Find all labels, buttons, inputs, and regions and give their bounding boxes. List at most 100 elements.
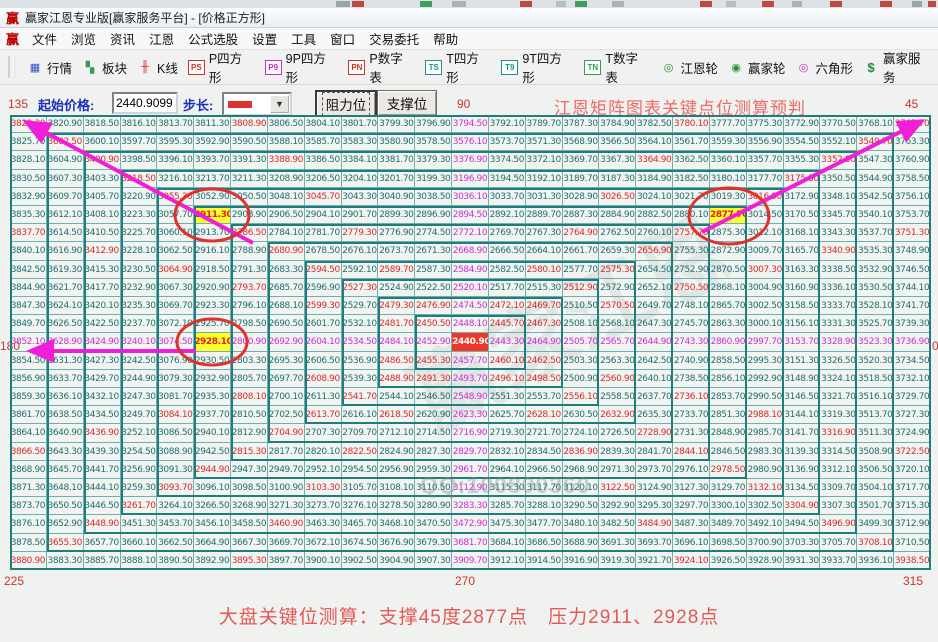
toolbar-button-9P四方形[interactable]: P9 9P四方形 (264, 48, 339, 86)
grid-cell: 2661.70 (562, 242, 600, 261)
grid-cell: 2863.30 (709, 315, 747, 334)
grid-cell: 3170.50 (783, 206, 821, 225)
toolbar-button-K线[interactable]: ╫ K线 (137, 58, 178, 77)
desktop-fragment (352, 1, 364, 7)
grid-cell: 2947.30 (231, 460, 268, 479)
grid-cell: 2445.70 (488, 315, 526, 334)
toolbar-button-T数字表[interactable]: TN T数字表 (584, 48, 650, 86)
grid-cell: 3163.30 (783, 260, 821, 279)
grid-cell: 3520.30 (857, 351, 895, 370)
grid-cell: 2491.30 (415, 369, 453, 388)
grid-cell: 3681.70 (452, 533, 489, 552)
grid-cell: 2973.70 (636, 460, 674, 479)
toolbar-button-T四方形[interactable]: TS T四方形 (425, 48, 491, 86)
toolbar-button-P数字表[interactable]: PN P数字表 (348, 48, 415, 86)
resistance-button[interactable]: 阻力位 (315, 90, 377, 118)
toolbar-button-赢家服务[interactable]: $ 赢家服务 (863, 48, 933, 86)
menu-item-文件[interactable]: 文件 (32, 29, 57, 48)
grid-cell: 3364.90 (636, 151, 674, 170)
grid-cell: 3228.10 (120, 242, 158, 261)
grid-cell: 3828.10 (10, 151, 47, 170)
grid-cell: 3148.90 (783, 369, 821, 388)
grid-cell: 3633.70 (46, 369, 84, 388)
desktop-fragment (700, 1, 712, 7)
grid-cell: 2824.90 (378, 442, 416, 461)
grid-cell: 2944.90 (194, 460, 232, 479)
grid-cell: 3213.70 (194, 169, 232, 188)
grid-cell: 3144.10 (783, 406, 821, 425)
grid-cell: 3127.30 (673, 479, 710, 498)
menu-item-江恩[interactable]: 江恩 (149, 29, 174, 48)
menu-item-设置[interactable]: 设置 (252, 29, 277, 48)
toolbar-button-赢家轮[interactable]: ◉ 赢家轮 (728, 58, 785, 77)
grid-cell: 3456.10 (194, 515, 232, 534)
toolbar-button-行情[interactable]: ▦ 行情 (27, 58, 72, 77)
grid-cell: 2894.50 (452, 206, 489, 225)
grid-cell: 2834.50 (525, 442, 563, 461)
kline-icon: ╫ (141, 61, 149, 73)
grid-cell: 3204.10 (341, 169, 379, 188)
desktop-fragment (556, 1, 566, 7)
angle-label-90: 90 (457, 97, 471, 111)
grid-cell: 3525.70 (857, 315, 895, 334)
grid-cell: 3912.10 (488, 551, 526, 570)
chevron-down-icon[interactable]: ▼ (270, 95, 289, 113)
wheel-icon: ◎ (798, 61, 809, 74)
grid-cell: 3283.30 (452, 497, 489, 516)
dollar-icon: $ (867, 59, 875, 75)
support-button[interactable]: 支撑位 (377, 90, 437, 116)
menu-item-交易委托[interactable]: 交易委托 (369, 29, 419, 48)
grid-cell: 2654.50 (636, 260, 674, 279)
toolbar-button-9T四方形[interactable]: T9 9T四方形 (501, 48, 574, 86)
grid-cell: 2757.70 (673, 224, 710, 243)
grid-cell: 3859.30 (10, 388, 47, 407)
desktop-fragment (726, 1, 736, 7)
grid-cell: 2628.10 (525, 406, 563, 425)
grid-cell: 3403.30 (83, 169, 121, 188)
grid-cell: 2776.90 (378, 224, 416, 243)
grid-cell: 2848.90 (709, 424, 747, 443)
wheel-icon: ◉ (731, 61, 741, 74)
grid-cell: 3746.50 (894, 260, 931, 279)
grid-cell: 3410.50 (83, 224, 121, 243)
start-price-input[interactable] (112, 92, 178, 114)
menu-item-帮助[interactable]: 帮助 (433, 29, 458, 48)
grid-cell: 3830.50 (10, 169, 47, 188)
grid-cell: 3535.30 (857, 242, 895, 261)
toolbar-button-label: P数字表 (369, 52, 403, 85)
toolbar-button-六角形[interactable]: ◎ 六角形 (796, 58, 853, 77)
toolbar-grip[interactable] (8, 56, 16, 78)
grid-cell: 3448.90 (83, 515, 121, 534)
menu-item-公式选股[interactable]: 公式选股 (188, 29, 238, 48)
grid-cell: 3640.90 (46, 424, 84, 443)
grid-cell: 3103.30 (304, 479, 342, 498)
grid-cell: 3367.30 (599, 151, 637, 170)
grid-cell: 3043.30 (341, 187, 379, 206)
menu-item-工具[interactable]: 工具 (291, 29, 316, 48)
toolbar-button-P四方形[interactable]: PS P四方形 (187, 48, 255, 86)
grid-cell: 3655.30 (46, 533, 84, 552)
grid-cell: 3232.90 (120, 278, 158, 297)
step-dropdown[interactable]: ▼ (222, 92, 292, 116)
menu-item-浏览[interactable]: 浏览 (71, 29, 96, 48)
grid-cell: 2575.30 (599, 260, 637, 279)
grid-cell: 3355.30 (783, 151, 821, 170)
grid-cell: 2510.50 (562, 297, 600, 316)
menu-item-资讯[interactable]: 资讯 (110, 29, 135, 48)
grid-cell: 2464.90 (525, 333, 563, 352)
grid-cell: 2983.30 (746, 442, 784, 461)
menu-item-窗口[interactable]: 窗口 (330, 29, 355, 48)
toolbar-button-江恩轮[interactable]: ◎ 江恩轮 (661, 58, 718, 77)
grid-cell: 3844.90 (10, 278, 47, 297)
grid-cell: 2604.10 (304, 333, 342, 352)
grid-cell: 2484.10 (378, 333, 416, 352)
grid-cell: 2745.70 (673, 315, 710, 334)
toolbar-button-板块[interactable]: ▚ 板块 (82, 58, 127, 77)
grid-cell: 3088.90 (157, 442, 195, 461)
grid-cell: 3494.50 (783, 515, 821, 534)
desktop-fragment (575, 1, 587, 7)
grid-cell: 2656.90 (636, 242, 674, 261)
grid-cell: 3093.70 (157, 479, 195, 498)
grid-cell: 2637.70 (636, 388, 674, 407)
toolbar-button-label: 9T四方形 (522, 52, 562, 85)
